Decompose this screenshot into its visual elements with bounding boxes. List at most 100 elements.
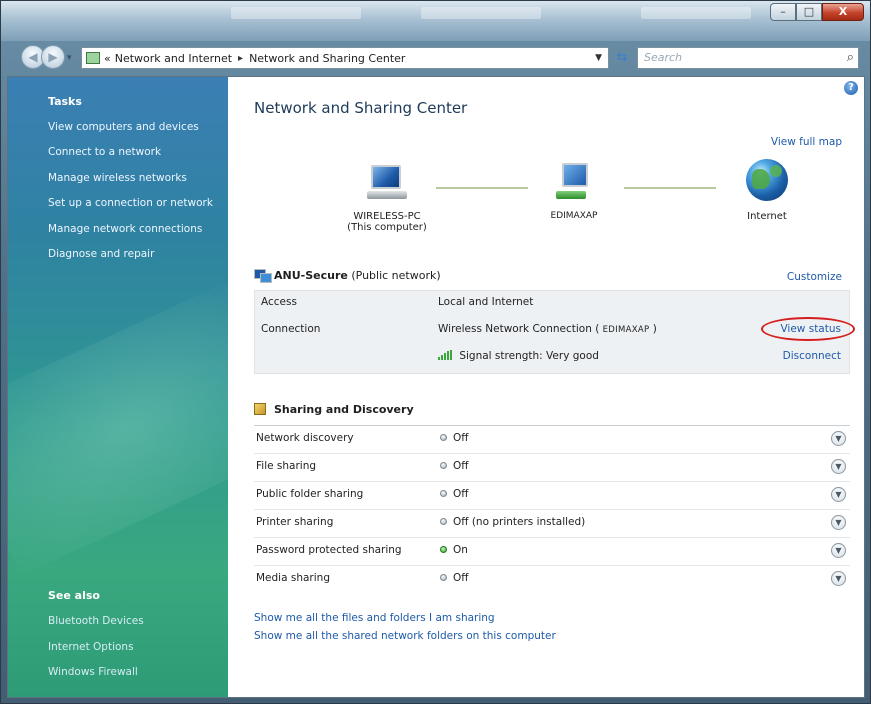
task-connect-to-a-network[interactable]: Connect to a network xyxy=(48,146,161,158)
status-text: Off xyxy=(453,572,469,584)
disconnect-link[interactable]: Disconnect xyxy=(783,350,841,362)
breadcrumb-network-and-internet[interactable]: Network and Internet xyxy=(115,52,232,65)
see-also-windows-firewall[interactable]: Windows Firewall xyxy=(48,666,138,678)
internet-label: Internet xyxy=(747,211,787,222)
connection-close-paren: ) xyxy=(652,323,657,335)
status-text: Off (no printers installed) xyxy=(453,516,586,528)
computer-base-icon xyxy=(367,191,407,199)
sharing-row-network-discovery: Network discovery Off ▼ xyxy=(254,425,850,453)
signal-value: Very good xyxy=(546,350,599,362)
sharing-heading-label: Sharing and Discovery xyxy=(274,403,414,416)
computer-screen-icon xyxy=(371,165,401,189)
breadcrumb-separator-icon[interactable]: ▸ xyxy=(238,53,243,64)
status-text: Off xyxy=(453,460,469,472)
expand-button[interactable]: ▼ xyxy=(831,487,846,502)
search-icon[interactable]: ⌕ xyxy=(847,50,854,65)
forward-button[interactable]: ▶ xyxy=(41,45,65,69)
device-screen-icon xyxy=(562,163,588,187)
maximize-button[interactable]: □ xyxy=(796,3,822,21)
connection-value: Wireless Network Connection ( EDIMAXAP ) xyxy=(438,323,657,335)
network-type: (Public network) xyxy=(351,269,441,282)
network-heading: ANU-Secure (Public network) xyxy=(254,269,441,283)
refresh-icon: ⇆ xyxy=(616,50,628,65)
map-node-internet[interactable]: Internet xyxy=(720,159,814,222)
forward-arrow-icon: ▶ xyxy=(48,50,58,64)
history-dropdown-icon[interactable]: ▾ xyxy=(67,53,72,63)
search-input[interactable]: Search ⌕ xyxy=(637,47,859,69)
sharing-row-label: Media sharing xyxy=(256,572,330,584)
expand-button[interactable]: ▼ xyxy=(831,431,846,446)
sharing-row-public-folder-sharing: Public folder sharing Off ▼ xyxy=(254,481,850,509)
status-text: Off xyxy=(453,488,469,500)
sharing-row-value: Off xyxy=(440,572,469,584)
expand-button[interactable]: ▼ xyxy=(831,543,846,558)
tasks-heading: Tasks xyxy=(48,95,82,108)
globe-icon xyxy=(746,159,788,201)
map-node-access-point[interactable]: EDIMAXAP xyxy=(534,161,614,221)
task-pane: Tasks View computers and devices Connect… xyxy=(8,77,228,697)
sharing-row-value: Off (no printers installed) xyxy=(440,516,585,528)
status-off-icon xyxy=(440,434,447,441)
status-off-icon xyxy=(440,462,447,469)
view-full-map-link[interactable]: View full map xyxy=(771,136,842,148)
minimize-button[interactable]: – xyxy=(770,3,796,21)
task-manage-network-connections[interactable]: Manage network connections xyxy=(48,223,202,235)
task-manage-wireless-networks[interactable]: Manage wireless networks xyxy=(48,172,187,184)
expand-button[interactable]: ▼ xyxy=(831,571,846,586)
task-set-up-connection[interactable]: Set up a connection or network xyxy=(48,197,213,209)
network-name: ANU-Secure xyxy=(274,269,348,282)
address-dropdown-icon[interactable]: ▼ xyxy=(595,53,602,63)
device-base-icon xyxy=(556,191,586,199)
access-label: Access xyxy=(261,296,297,308)
network-device-icon xyxy=(552,161,596,201)
address-bar[interactable]: « Network and Internet ▸ Network and Sha… xyxy=(81,47,609,69)
see-also-internet-options[interactable]: Internet Options xyxy=(48,641,134,653)
task-diagnose-and-repair[interactable]: Diagnose and repair xyxy=(48,248,154,260)
status-off-icon xyxy=(440,518,447,525)
search-placeholder: Search xyxy=(644,51,683,64)
sharing-row-value: Off xyxy=(440,460,469,472)
sharing-row-label: File sharing xyxy=(256,460,317,472)
caption-buttons: – □ X xyxy=(770,3,864,21)
status-on-icon xyxy=(440,546,447,553)
task-view-computers-and-devices[interactable]: View computers and devices xyxy=(48,121,199,133)
page-title: Network and Sharing Center xyxy=(254,99,468,117)
view-status-link[interactable]: View status xyxy=(761,317,855,341)
sharing-row-label: Network discovery xyxy=(256,432,354,444)
refresh-button[interactable]: ⇆ xyxy=(611,47,633,69)
computer-subtitle: (This computer) xyxy=(347,222,427,233)
access-value: Local and Internet xyxy=(438,296,534,308)
sharing-row-media-sharing: Media sharing Off ▼ xyxy=(254,565,850,593)
expand-button[interactable]: ▼ xyxy=(831,515,846,530)
network-folder-icon xyxy=(86,52,100,64)
bottom-links: Show me all the files and folders I am s… xyxy=(254,612,556,648)
sharing-row-label: Password protected sharing xyxy=(256,544,402,556)
sharing-row-value: Off xyxy=(440,432,469,444)
connection-label: Connection xyxy=(261,323,321,335)
close-button[interactable]: X xyxy=(822,3,864,21)
expand-button[interactable]: ▼ xyxy=(831,459,846,474)
customize-link[interactable]: Customize xyxy=(787,271,842,283)
status-off-icon xyxy=(440,490,447,497)
map-node-this-computer[interactable]: WIRELESS-PC (This computer) xyxy=(332,163,442,233)
sharing-row-value: On xyxy=(440,544,468,556)
see-also-bluetooth-devices[interactable]: Bluetooth Devices xyxy=(48,615,144,627)
network-icon xyxy=(254,269,272,283)
navigation-bar: ◀ ▶ ▾ « Network and Internet ▸ Network a… xyxy=(21,45,867,71)
signal-label: Signal strength: xyxy=(459,350,543,362)
help-icon[interactable]: ? xyxy=(844,81,858,95)
breadcrumb-network-and-sharing-center[interactable]: Network and Sharing Center xyxy=(249,52,405,65)
sharing-row-label: Public folder sharing xyxy=(256,488,364,500)
content-area: Tasks View computers and devices Connect… xyxy=(7,76,865,698)
title-bar-reflection xyxy=(421,7,541,19)
show-shared-files-link[interactable]: Show me all the files and folders I am s… xyxy=(254,612,556,624)
access-point-name: EDIMAXAP xyxy=(550,211,598,221)
status-text: Off xyxy=(453,432,469,444)
connection-ssid: EDIMAXAP xyxy=(602,325,650,335)
show-shared-folders-link[interactable]: Show me all the shared network folders o… xyxy=(254,630,556,642)
sharing-row-printer-sharing: Printer sharing Off (no printers install… xyxy=(254,509,850,537)
signal-strength: Signal strength: Very good xyxy=(438,350,599,362)
title-bar-reflection xyxy=(641,7,751,19)
title-bar: – □ X xyxy=(1,1,870,41)
breadcrumb-overflow[interactable]: « xyxy=(104,52,111,65)
